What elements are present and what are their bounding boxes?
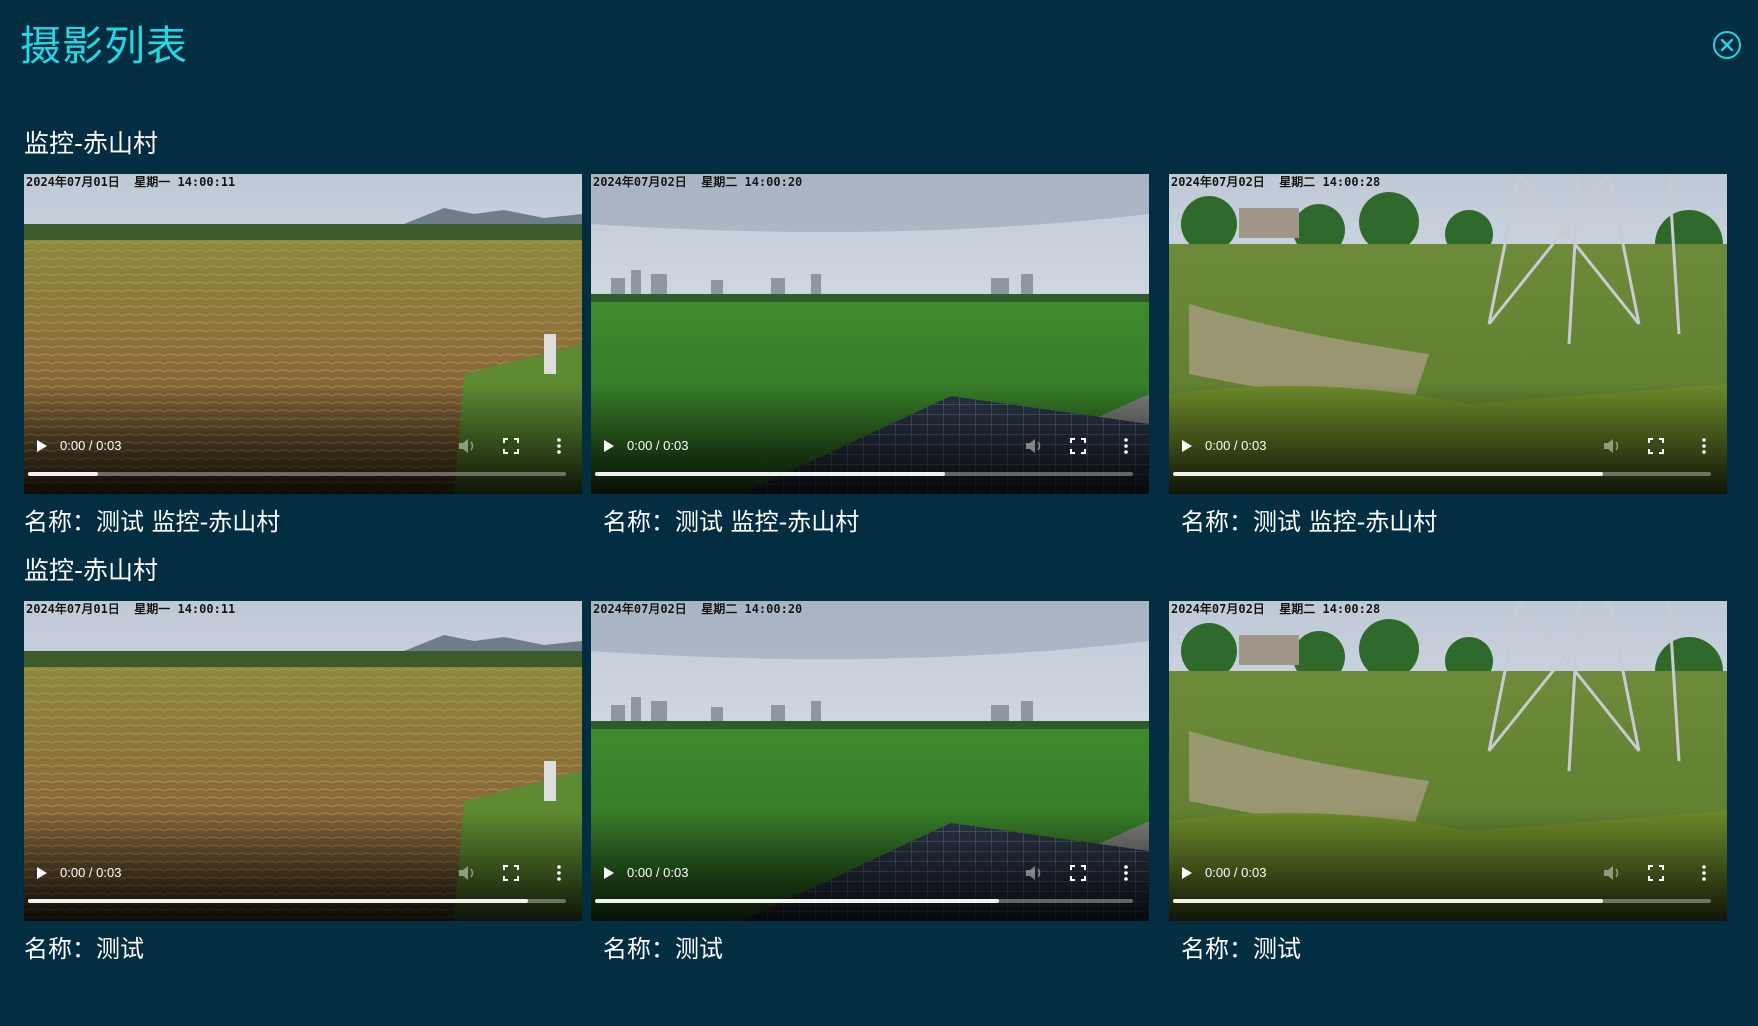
group-title: 监控-赤山村	[24, 129, 159, 158]
volume-icon[interactable]	[457, 864, 477, 882]
video-progress-fill	[1173, 472, 1604, 476]
fullscreen-icon[interactable]	[1648, 865, 1664, 881]
video-progress-bar[interactable]	[595, 472, 1133, 476]
video-name: 名称：测试 监控-赤山村	[24, 508, 281, 536]
video-progress-fill	[28, 899, 529, 903]
fullscreen-icon[interactable]	[503, 865, 519, 881]
fullscreen-icon[interactable]	[1648, 438, 1664, 454]
video-progress-fill	[595, 472, 945, 476]
fullscreen-icon[interactable]	[1070, 438, 1086, 454]
more-vertical-icon[interactable]	[1701, 864, 1707, 882]
video-timestamp: 2024年07月02日 星期二 14:00:20	[593, 602, 803, 616]
video-name: 名称：测试	[24, 935, 144, 963]
video-time: 0:00 / 0:03	[1205, 865, 1267, 880]
video-timestamp: 2024年07月02日 星期二 14:00:28	[1171, 175, 1381, 189]
video-progress-bar[interactable]	[595, 899, 1133, 903]
video-progress-bar[interactable]	[1173, 899, 1711, 903]
play-icon[interactable]	[1179, 865, 1195, 881]
video-timestamp: 2024年07月01日 星期一 14:00:11	[26, 602, 236, 616]
video-progress-fill	[28, 472, 98, 476]
video-timestamp: 2024年07月01日 星期一 14:00:11	[26, 175, 236, 189]
volume-icon[interactable]	[1602, 437, 1622, 455]
video-time: 0:00 / 0:03	[60, 865, 122, 880]
page-title: 摄影列表	[20, 22, 188, 70]
video-name: 名称：测试	[603, 935, 723, 963]
more-vertical-icon[interactable]	[556, 864, 562, 882]
play-icon[interactable]	[34, 865, 50, 881]
video-progress-fill	[1173, 899, 1604, 903]
volume-icon[interactable]	[1024, 864, 1044, 882]
video-time: 0:00 / 0:03	[627, 865, 689, 880]
fullscreen-icon[interactable]	[1070, 865, 1086, 881]
play-icon[interactable]	[1179, 438, 1195, 454]
video-name: 名称：测试 监控-赤山村	[1181, 508, 1438, 536]
video-time: 0:00 / 0:03	[1205, 438, 1267, 453]
video-timestamp: 2024年07月02日 星期二 14:00:28	[1171, 602, 1381, 616]
volume-icon[interactable]	[1024, 437, 1044, 455]
video-progress-fill	[595, 899, 999, 903]
play-icon[interactable]	[601, 865, 617, 881]
fullscreen-icon[interactable]	[503, 438, 519, 454]
video-player[interactable]: 2024年07月02日 星期二 14:00:20 0:00 / 0:03	[591, 601, 1149, 921]
video-player[interactable]: 2024年07月02日 星期二 14:00:28 0:00 / 0:03	[1169, 601, 1727, 921]
more-vertical-icon[interactable]	[1701, 437, 1707, 455]
more-vertical-icon[interactable]	[1123, 437, 1129, 455]
video-time: 0:00 / 0:03	[627, 438, 689, 453]
volume-icon[interactable]	[1602, 864, 1622, 882]
close-circle-icon	[1720, 38, 1734, 52]
video-player[interactable]: 2024年07月02日 星期二 14:00:28 0:00 / 0:03	[1169, 174, 1727, 494]
more-vertical-icon[interactable]	[556, 437, 562, 455]
video-name: 名称：测试 监控-赤山村	[603, 508, 860, 536]
play-icon[interactable]	[34, 438, 50, 454]
video-progress-bar[interactable]	[28, 899, 566, 903]
group-title: 监控-赤山村	[24, 556, 159, 585]
video-player[interactable]: 2024年07月01日 星期一 14:00:11 0:00 / 0:03	[24, 601, 582, 921]
video-player[interactable]: 2024年07月01日 星期一 14:00:11 0:00 / 0:03	[24, 174, 582, 494]
video-name: 名称：测试	[1181, 935, 1301, 963]
video-progress-bar[interactable]	[1173, 472, 1711, 476]
volume-icon[interactable]	[457, 437, 477, 455]
more-vertical-icon[interactable]	[1123, 864, 1129, 882]
video-progress-bar[interactable]	[28, 472, 566, 476]
video-player[interactable]: 2024年07月02日 星期二 14:00:20 0:00 / 0:03	[591, 174, 1149, 494]
close-button[interactable]	[1713, 31, 1741, 59]
video-timestamp: 2024年07月02日 星期二 14:00:20	[593, 175, 803, 189]
video-time: 0:00 / 0:03	[60, 438, 122, 453]
play-icon[interactable]	[601, 438, 617, 454]
